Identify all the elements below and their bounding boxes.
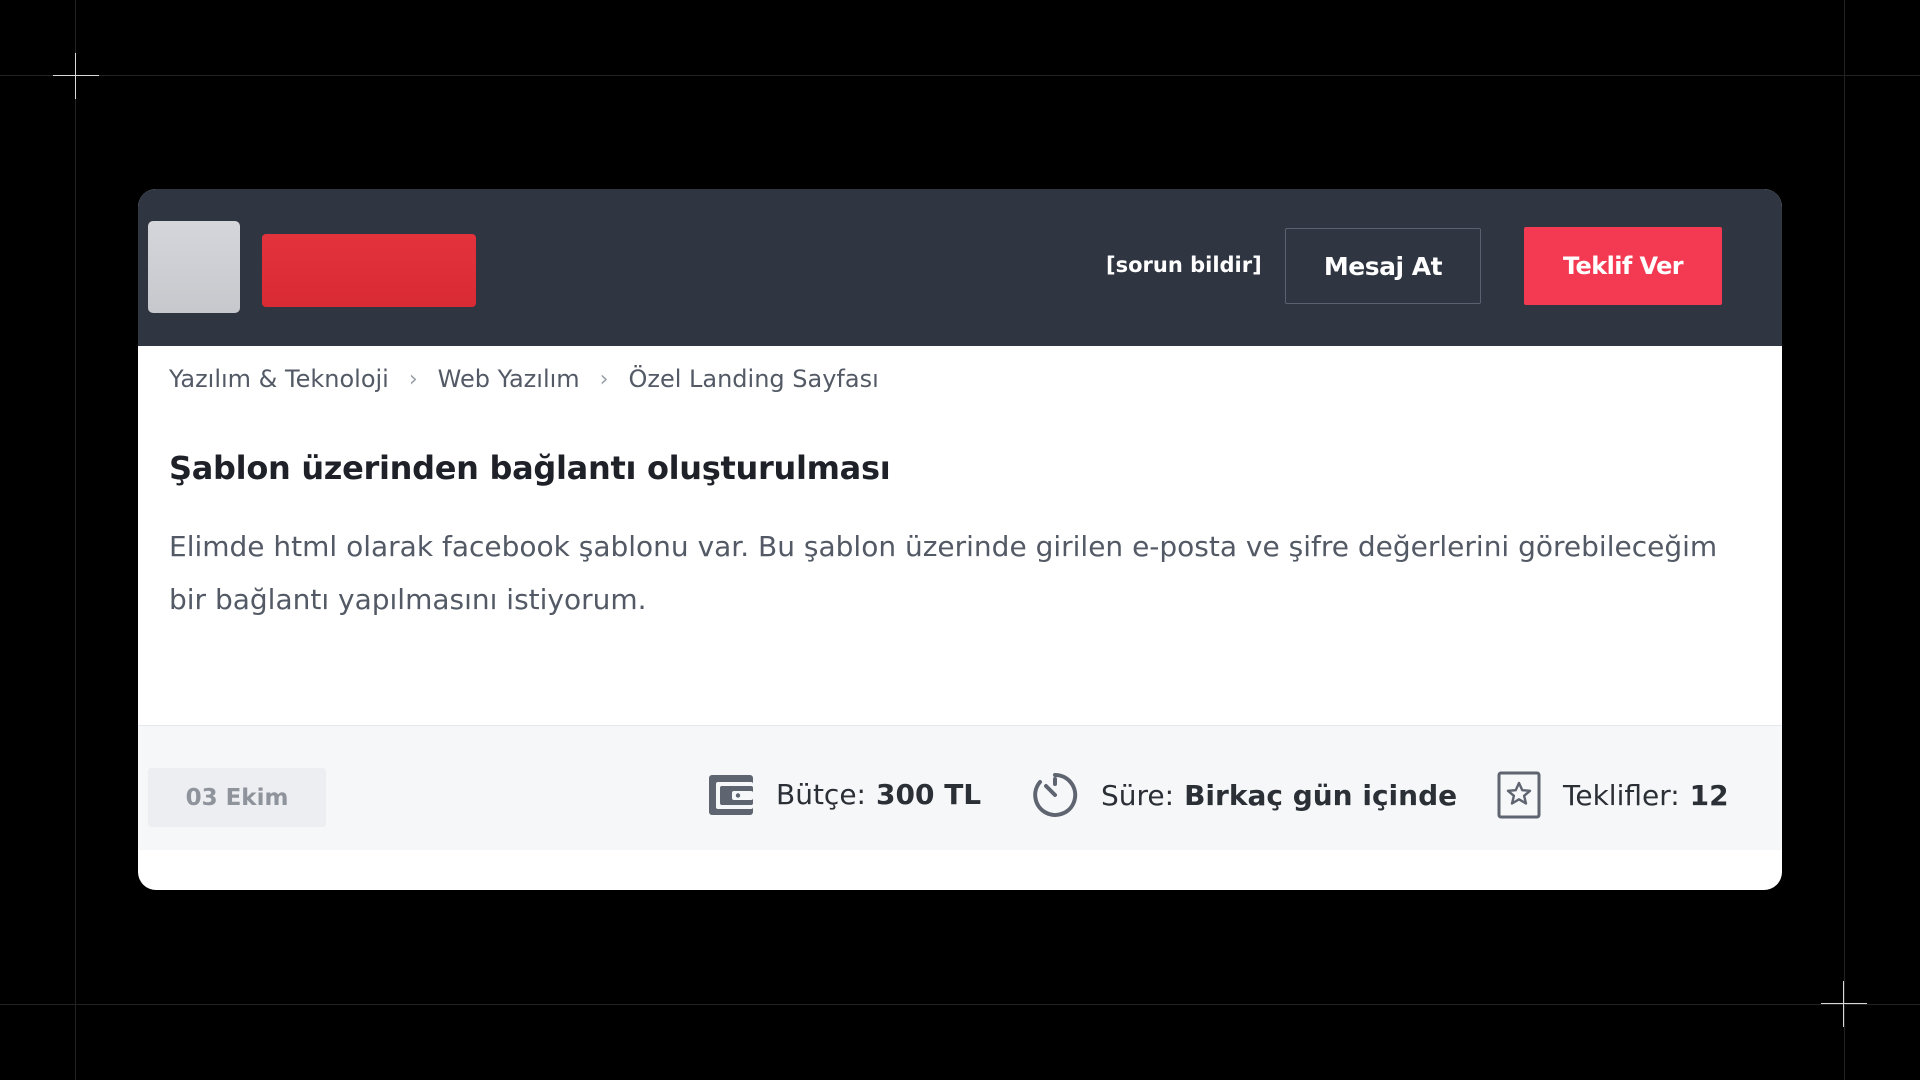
send-message-button[interactable]: Mesaj At	[1285, 228, 1481, 304]
breadcrumb-item-subcategory[interactable]: Web Yazılım	[438, 365, 580, 393]
budget-label: Bütçe:	[776, 777, 866, 811]
timer-icon	[1031, 771, 1079, 819]
budget-value: 300 TL	[876, 777, 982, 811]
guide-line-right	[1844, 0, 1845, 1080]
duration-stat: Süre: Birkaç gün içinde	[1031, 771, 1457, 819]
offers-count: 12	[1689, 778, 1729, 812]
job-title: Şablon üzerinden bağlantı oluşturulması	[169, 449, 891, 487]
job-header-bar: [sorun bildir] Mesaj At Teklif Ver	[138, 189, 1782, 346]
breadcrumb-item-service[interactable]: Özel Landing Sayfası	[628, 365, 878, 393]
offers-stat: Teklifler: 12	[1497, 771, 1729, 819]
guide-line-left	[75, 0, 76, 1080]
job-description: Elimde html olarak facebook şablonu var.…	[169, 530, 1718, 616]
wallet-icon	[708, 771, 754, 817]
crosshair-bottom-right	[1821, 981, 1867, 1027]
duration-label: Süre:	[1101, 778, 1175, 812]
breadcrumb-item-category[interactable]: Yazılım & Teknoloji	[169, 365, 389, 393]
duration-value: Birkaç gün içinde	[1184, 778, 1458, 812]
job-meta-footer: 03 Ekim Bütçe: 300 TL Süre: Birkaç gün i…	[138, 725, 1782, 850]
breadcrumb: Yazılım & Teknoloji › Web Yazılım › Özel…	[169, 365, 879, 393]
crosshair-top-left	[53, 53, 99, 99]
chevron-right-icon: ›	[599, 366, 609, 392]
guide-line-top	[0, 75, 1920, 76]
job-card: [sorun bildir] Mesaj At Teklif Ver Yazıl…	[138, 189, 1782, 890]
avatar[interactable]	[148, 221, 240, 313]
star-box-icon	[1497, 771, 1541, 819]
username-redacted-block[interactable]	[262, 234, 476, 307]
guide-line-bottom	[0, 1004, 1920, 1005]
offers-label: Teklifler:	[1563, 778, 1680, 812]
make-offer-button[interactable]: Teklif Ver	[1524, 227, 1722, 305]
chevron-right-icon: ›	[408, 366, 418, 392]
date-badge: 03 Ekim	[148, 768, 326, 827]
budget-stat: Bütçe: 300 TL	[708, 771, 981, 817]
report-issue-link[interactable]: [sorun bildir]	[1106, 253, 1262, 277]
